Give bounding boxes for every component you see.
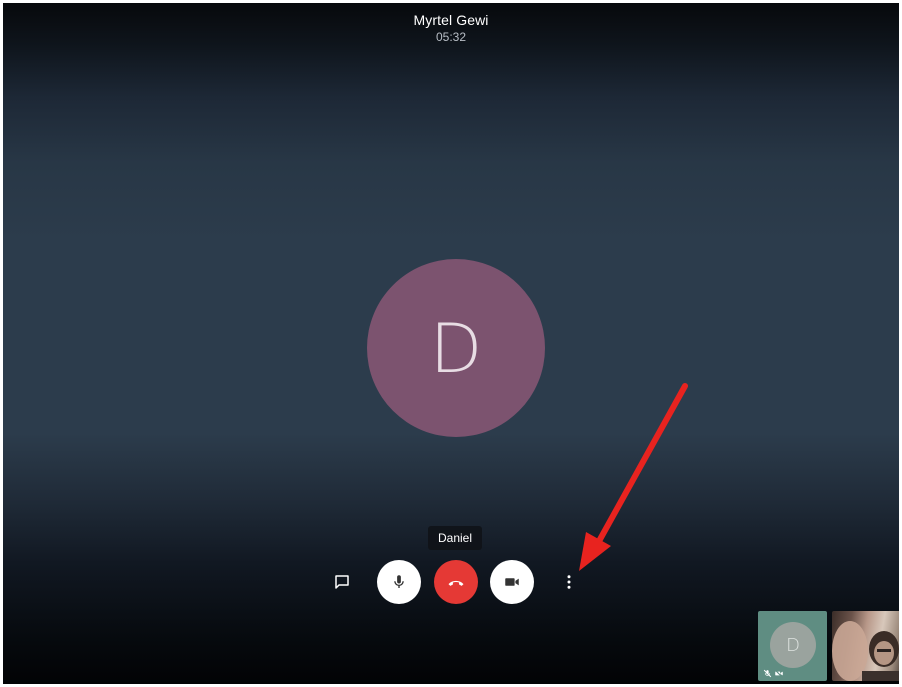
annotation-arrow <box>579 383 688 571</box>
call-screen: Myrtel Gewi 05:32 D Daniel D <box>3 3 899 684</box>
